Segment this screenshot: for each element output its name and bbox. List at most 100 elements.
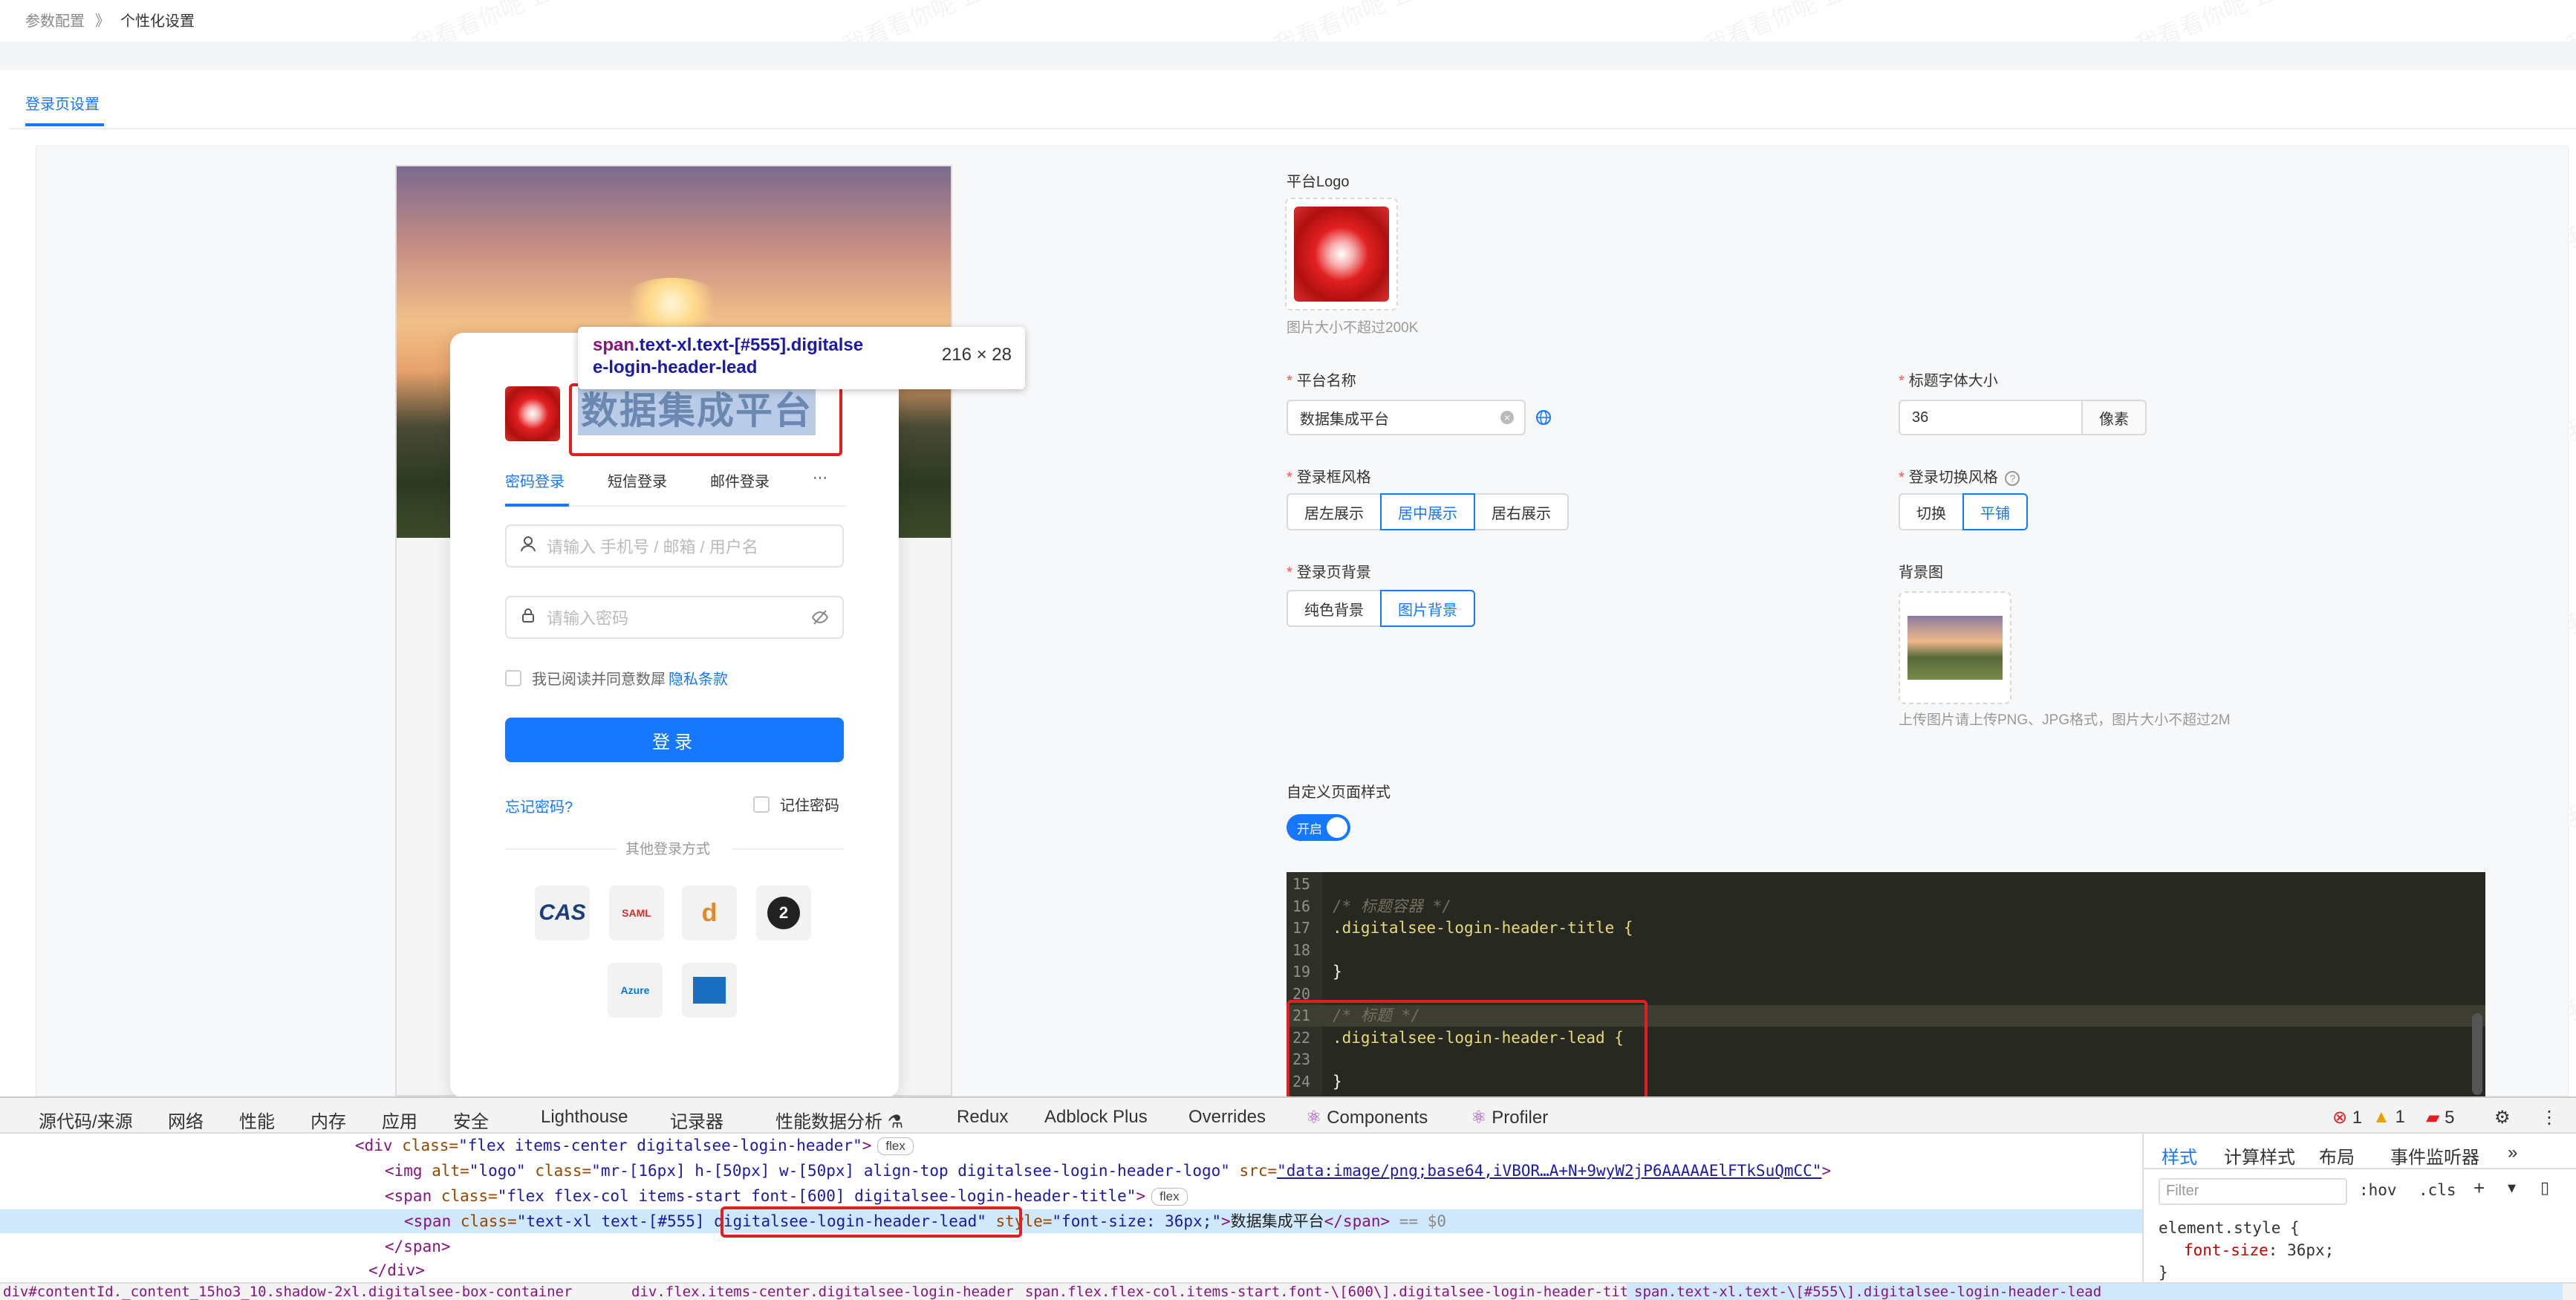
bg-group: 纯色背景 图片背景 [1287,590,1475,627]
box-style-left[interactable]: 居左展示 [1287,493,1382,530]
dom-tag-end: > [1821,1162,1832,1180]
login-tab-more[interactable]: ··· [813,469,827,491]
path-item-container[interactable]: div#contentId._content_15ho3_10.shadow-2… [3,1284,572,1300]
dt-tab-overrides[interactable]: Overrides [1188,1107,1266,1128]
dom-node-logo[interactable]: <img alt="logo" class="mr-[16px] h-[50px… [385,1159,1831,1183]
oauth2-icon[interactable]: 2 [756,885,811,940]
box-style-center[interactable]: 居中展示 [1380,493,1475,530]
editor-scrollbar[interactable] [2472,1013,2482,1095]
code-line[interactable]: 15 [1287,874,2485,895]
tab-login-page[interactable]: 登录页设置 [25,92,100,114]
clear-icon[interactable]: × [1500,411,1514,424]
error-count-value: 1 [2352,1108,2363,1128]
computed-tab[interactable]: 计算样式 [2224,1143,2295,1169]
error-count[interactable]: ⊗ 1 [2332,1107,2362,1128]
forgot-password-link[interactable]: 忘记密码? [505,795,573,816]
title-size-unit: 像素 [2083,400,2147,435]
flex-badge[interactable]: flex [1151,1188,1188,1206]
code-line[interactable]: 18 [1287,940,2485,961]
issue-count[interactable]: ▰ 5 [2426,1107,2455,1128]
dom-node-header[interactable]: <div class="flex items-center digitalsee… [355,1134,914,1157]
dt-tab-lighthouse[interactable]: Lighthouse [541,1107,628,1128]
switch-style-tile[interactable]: 平铺 [1962,493,2028,530]
logo-upload[interactable] [1285,198,1398,311]
login-tab-sms[interactable]: 短信登录 [608,469,667,491]
gear-icon[interactable]: ⚙ [2494,1107,2511,1128]
dt-tab-recorder[interactable]: 记录器 [670,1107,723,1133]
dt-tab-performance[interactable]: 性能 [239,1107,275,1133]
globe-icon[interactable] [1535,409,1552,430]
login-tab-email[interactable]: 邮件登录 [710,469,770,491]
paint-icon[interactable]: ▾ [2508,1178,2516,1197]
dt-tab-perf-insights[interactable]: 性能数据分析 ⚗ [775,1107,903,1133]
custom-style-switch[interactable]: 开启 [1287,814,1350,841]
remember-checkbox[interactable] [753,796,770,813]
styles-filter-input[interactable]: Filter [2159,1178,2347,1205]
login-tab-password[interactable]: 密码登录 [505,469,565,491]
kebab-menu-icon[interactable]: ⋮ [2540,1107,2558,1128]
title-size-input[interactable]: 36 [1899,400,2083,435]
dom-close-div[interactable]: </div> [368,1258,425,1282]
username-input[interactable]: 请输入 手机号 / 邮箱 / 用户名 [505,524,844,568]
path-item-lead[interactable]: span.text-xl.text-\[#555\].digitalsee-lo… [1627,1284,2563,1300]
react-icon: ⚛ [1306,1108,1322,1128]
cls-toggle[interactable]: .cls [2419,1181,2456,1199]
dt-tab-adblock[interactable]: Adblock Plus [1044,1107,1148,1128]
platform-name-value: 数据集成平台 [1300,411,1389,428]
styles-tab[interactable]: 样式 [2162,1143,2197,1169]
dt-tab-network[interactable]: 网络 [168,1107,204,1133]
path-item-header[interactable]: div.flex.items-center.digitalsee-login-h… [631,1284,1014,1300]
login-button[interactable]: 登录 [505,718,844,762]
code-line[interactable]: 17 .digitalsee-login-header-title { [1287,917,2485,939]
box-style-right[interactable]: 居右展示 [1474,493,1569,530]
code-line[interactable]: 19} [1287,961,2485,983]
add-rule-icon[interactable]: + [2473,1177,2485,1200]
bg-image[interactable]: 图片背景 [1380,590,1475,627]
dom-attr: alt= [432,1162,469,1180]
dom-close-span[interactable]: </span> [385,1235,451,1258]
switch-style-group: 切换 平铺 [1899,493,2028,530]
highlight-code-block [1287,1000,1648,1099]
dt-tab-components[interactable]: ⚛ Components [1306,1107,1428,1128]
dt-tab-security[interactable]: 安全 [453,1107,489,1133]
event-listeners-tab[interactable]: 事件监听器 [2390,1143,2479,1169]
switch-style-toggle[interactable]: 切换 [1899,493,1964,530]
dom-node-title[interactable]: <span class="flex flex-col items-start f… [385,1184,1188,1208]
help-icon[interactable]: ? [2005,471,2020,486]
dt-tab-profiler[interactable]: ⚛ Profiler [1471,1107,1548,1128]
hov-toggle[interactable]: :hov [2359,1181,2397,1199]
code-line[interactable]: 16 /* 标题容器 */ [1287,896,2485,917]
azure-icon[interactable]: Azure [608,963,663,1018]
settings-tab-bar [9,70,2576,129]
cas-icon[interactable]: CAS [535,885,590,940]
saml-icon[interactable]: SAML [609,885,664,940]
dom-tag-end: > [1136,1187,1146,1205]
dt-tab-memory[interactable]: 内存 [310,1107,346,1133]
oidc-icon[interactable]: d [682,885,737,940]
password-input[interactable]: 请输入密码 [505,596,844,639]
warning-count-value: 1 [2395,1107,2405,1127]
layout-tab[interactable]: 布局 [2319,1143,2355,1169]
path-item-title[interactable]: span.flex.flex-col.items-start.font-\[60… [1025,1284,1645,1300]
breadcrumb-parent[interactable]: 参数配置 [25,9,85,30]
bg-image-upload[interactable] [1899,591,2011,704]
more-tabs-icon[interactable]: » [2508,1143,2517,1163]
element-style-rule: element.style { font-size: 36px; } [2159,1217,2334,1284]
dt-tab-application[interactable]: 应用 [382,1107,417,1133]
enterprise-icon[interactable] [682,963,737,1018]
sidebar-toggle-icon[interactable]: ▯ [2540,1178,2549,1197]
bg-solid[interactable]: 纯色背景 [1287,590,1382,627]
flex-badge[interactable]: flex [877,1137,914,1155]
eye-off-icon[interactable] [811,609,829,630]
privacy-link[interactable]: 隐私条款 [669,667,728,689]
dom-src-link[interactable]: "data:image/png;base64,iVBOR…A+N+9wyW2jP… [1277,1162,1821,1180]
element-style-prop[interactable]: font-size: 36px; [2159,1239,2334,1261]
dom-val: "font-size: 36px;" [1052,1212,1221,1230]
dt-tab-redux[interactable]: Redux [957,1107,1008,1128]
switch-style-text: 登录切换风格 [1908,469,1998,486]
agree-checkbox[interactable] [505,669,521,686]
warning-count[interactable]: ▲ 1 [2372,1107,2405,1128]
dt-tab-sources[interactable]: 源代码/来源 [39,1107,133,1133]
platform-name-input[interactable]: 数据集成平台 × [1287,400,1526,435]
devtools-tab-bar: 源代码/来源 网络 性能 内存 应用 安全 Lighthouse 记录器 性能数… [0,1096,2576,1134]
